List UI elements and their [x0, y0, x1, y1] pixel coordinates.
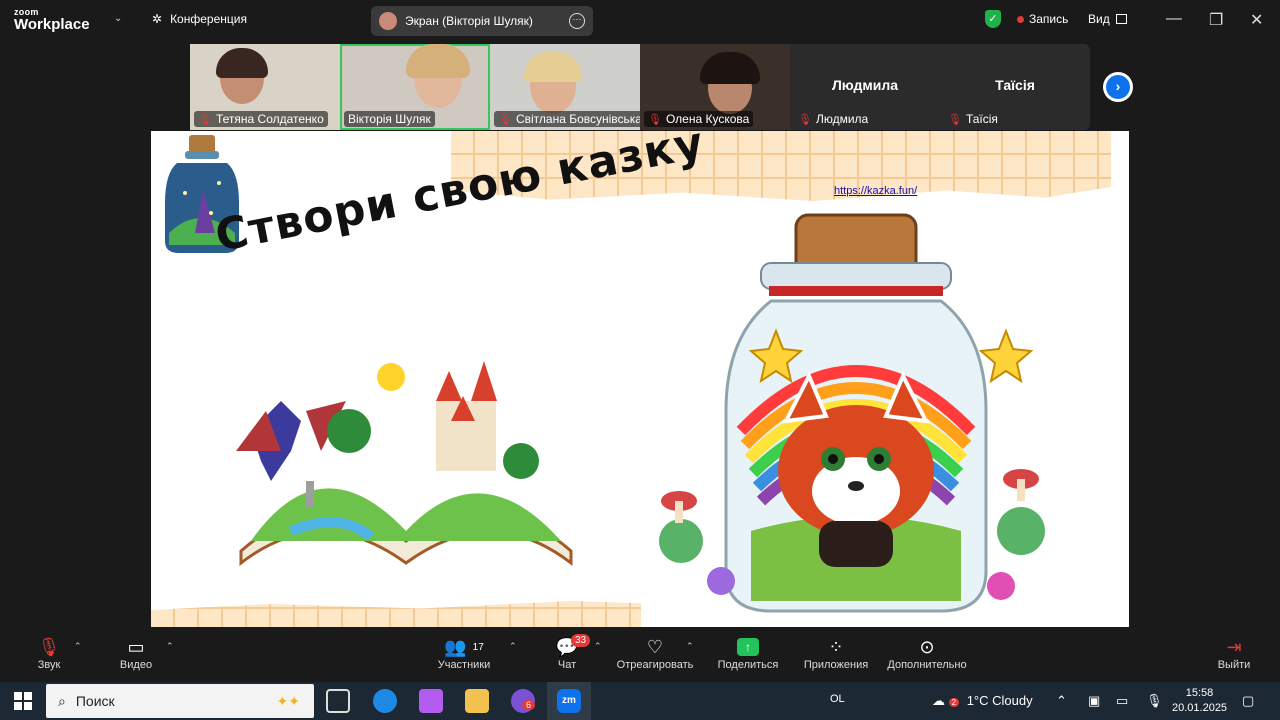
taskbar-search-input[interactable]: ⌕ Поиск ✦✦: [46, 684, 314, 718]
people-icon: ✲: [152, 12, 163, 26]
participant-name: 🎙 Тетяна Солдатенко: [194, 111, 328, 127]
participant-strip: 🎙 Тетяна Солдатенко Вікторія Шуляк 🎙 Світл…: [190, 44, 1090, 130]
participant-name: 🎙 Олена Кускова: [644, 111, 754, 127]
windows-start-icon[interactable]: [14, 692, 32, 710]
mic-muted-icon: 🎙: [798, 113, 812, 126]
participant-name: 🎙 Світлана Бовсунівська: [494, 111, 640, 127]
mic-muted-icon: 🎙: [948, 113, 962, 126]
file-explorer-icon[interactable]: [465, 689, 489, 713]
chevron-down-icon[interactable]: ⌄: [114, 13, 122, 24]
screen-share-indicator[interactable]: Экран (Вікторія Шуляк) ···: [371, 6, 593, 36]
participants-button[interactable]: 👥 17 Участники: [432, 635, 496, 672]
close-icon[interactable]: ✕: [1250, 10, 1263, 30]
people-icon: 👥: [444, 636, 467, 657]
kazka-link[interactable]: https://kazka.fun/: [834, 185, 917, 197]
view-button[interactable]: Вид: [1088, 12, 1127, 26]
chevron-up-icon[interactable]: ⌃: [1056, 693, 1067, 709]
cloud-icon: ☁: [932, 693, 945, 708]
microphone-icon[interactable]: 🎙: [1146, 693, 1163, 709]
meeting-topbar: zoom Workplace ⌄ ✲ Конференция Экран (Ві…: [0, 0, 1280, 42]
video-button[interactable]: ▭ Видео: [114, 635, 158, 672]
task-view-icon[interactable]: [326, 689, 350, 713]
more-options-icon[interactable]: ···: [569, 13, 585, 29]
zoom-icon: zm: [557, 689, 581, 713]
red-panda-jar-image: [641, 201, 1071, 627]
mic-muted-icon: 🎙: [498, 113, 512, 126]
taskbar-clock[interactable]: 15:58 20.01.2025: [1172, 686, 1227, 716]
apps-icon: ⁘: [828, 636, 844, 657]
conference-menu[interactable]: ✲ Конференция: [152, 12, 247, 26]
meet-now-icon[interactable]: ▣: [1088, 693, 1100, 709]
chevron-up-icon[interactable]: ⌃: [166, 641, 174, 652]
edge-browser-icon[interactable]: [373, 689, 397, 713]
notifications-icon[interactable]: ▢: [1242, 693, 1254, 709]
chevron-up-icon[interactable]: ⌃: [686, 641, 694, 652]
copilot-icon[interactable]: [419, 689, 443, 713]
participant-name: Вікторія Шуляк: [344, 111, 435, 127]
language-indicator[interactable]: OL: [830, 693, 845, 705]
sparkle-icon: ✦✦: [276, 692, 300, 709]
leave-button[interactable]: ⇥ Выйти: [1216, 635, 1252, 672]
participant-video: [524, 52, 582, 82]
participant-name: 🎙 Таїсія: [948, 112, 998, 126]
record-dot-icon: [1017, 15, 1024, 23]
chevron-up-icon[interactable]: ⌃: [74, 641, 82, 652]
battery-icon[interactable]: ▭: [1116, 693, 1128, 709]
leave-icon: ⇥: [1226, 636, 1242, 657]
restore-icon[interactable]: ❐: [1209, 10, 1223, 30]
mic-muted-icon: 🎙: [648, 113, 662, 126]
audio-button[interactable]: 🎙 Звук: [30, 635, 68, 672]
participant-tile[interactable]: 🎙 Олена Кускова: [640, 44, 790, 130]
chevron-right-icon: ›: [1106, 75, 1130, 99]
meeting-controls: 🎙 Звук ⌃ ▭ Видео ⌃ 👥 17 Участники ⌃ 💬 Чат…: [0, 627, 1280, 682]
zoom-logo: zoom Workplace: [14, 7, 90, 33]
windows-taskbar: ⌕ Поиск ✦✦ 6 zm OL ☁ 2 1°C Cloudy ⌃ ▣ ▭ …: [0, 682, 1280, 720]
shield-icon[interactable]: ✓: [985, 10, 1001, 28]
participant-video: [700, 52, 760, 84]
grid-icon: [1115, 14, 1127, 24]
react-button[interactable]: ♡ Отреагировать: [614, 635, 696, 672]
more-icon: ⊙: [919, 636, 935, 657]
zoom-taskbar-item[interactable]: zm: [547, 682, 591, 720]
mic-muted-icon: 🎙: [198, 113, 212, 126]
heart-icon: ♡: [646, 636, 664, 657]
share-button[interactable]: ↑ Поделиться: [714, 635, 782, 671]
participant-tile[interactable]: Людмила 🎙 Людмила: [790, 44, 940, 130]
participant-tile[interactable]: Таїсія 🎙 Таїсія: [940, 44, 1090, 130]
camera-icon: ▭: [127, 636, 145, 657]
participant-tile[interactable]: Вікторія Шуляк: [340, 44, 490, 130]
viber-badge: 6: [522, 700, 536, 710]
apps-button[interactable]: ⁘ Приложения: [800, 635, 872, 672]
weather-widget[interactable]: ☁ 2 1°C Cloudy: [932, 693, 1033, 709]
participant-video: [406, 44, 470, 78]
chat-unread-badge: 33: [571, 634, 591, 647]
participant-tile[interactable]: 🎙 Світлана Бовсунівська: [490, 44, 640, 130]
minimize-icon[interactable]: —: [1166, 10, 1182, 28]
participant-name: 🎙 Людмила: [798, 112, 869, 126]
mic-muted-icon: 🎙: [37, 636, 61, 657]
record-button[interactable]: Запись: [1017, 12, 1068, 26]
participant-tile[interactable]: 🎙 Тетяна Солдатенко: [190, 44, 340, 130]
search-icon: ⌕: [58, 692, 66, 709]
more-button[interactable]: ⊙ Дополнительно: [884, 635, 970, 672]
avatar: [379, 12, 397, 30]
next-participants-button[interactable]: ›: [1103, 72, 1133, 102]
chevron-up-icon[interactable]: ⌃: [594, 641, 602, 652]
share-screen-icon: ↑: [737, 638, 759, 656]
participant-video: [216, 48, 268, 78]
fairytale-book-image: [236, 361, 573, 567]
chevron-up-icon[interactable]: ⌃: [509, 641, 517, 652]
shared-screen: Створи свою казку https://kazka.fun/: [151, 131, 1129, 627]
